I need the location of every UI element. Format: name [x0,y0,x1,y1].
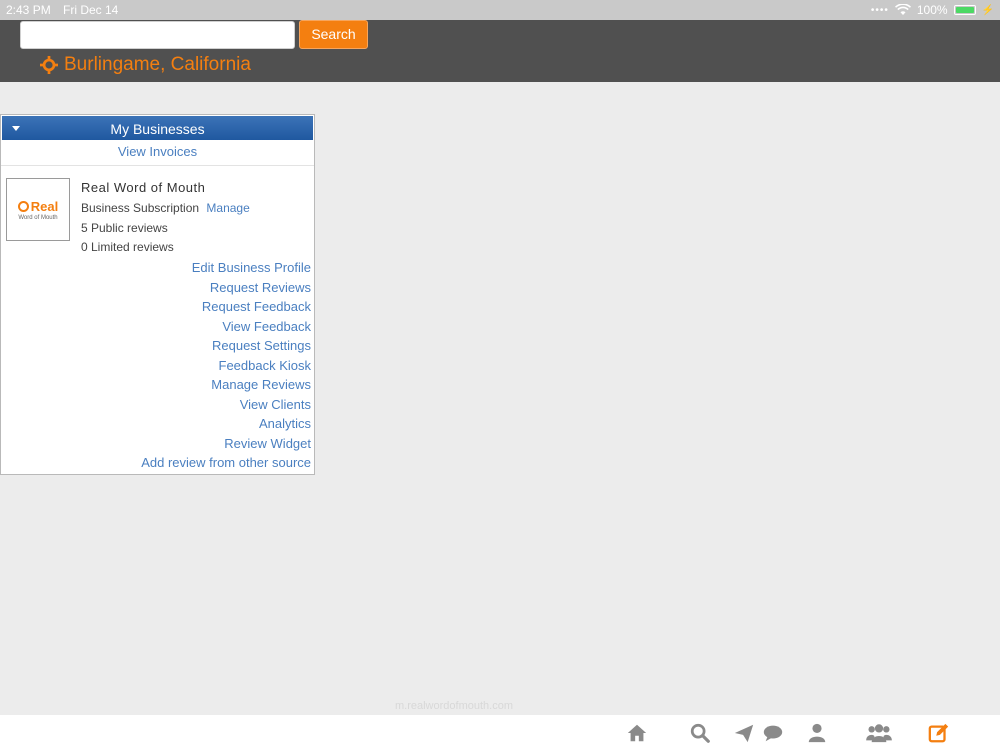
panel-title: My Businesses [110,121,205,137]
logo-mark-icon [17,200,29,212]
subscription-row: Business Subscription Manage [81,201,250,215]
location-link[interactable]: Burlingame, California [40,54,251,76]
signal-icon: •••• [870,4,889,16]
panel-header[interactable]: My Businesses [2,116,313,140]
header: Search Burlingame, California [0,20,1000,82]
wifi-icon [894,4,911,15]
limited-reviews-count: 0 Limited reviews [81,240,174,254]
my-businesses-panel: My Businesses View Invoices Real Word of… [0,114,315,475]
location-label: Burlingame, California [64,54,251,75]
public-reviews-count: 5 Public reviews [81,221,168,235]
view-feedback-link[interactable]: View Feedback [141,317,311,337]
edit-icon[interactable] [928,722,950,744]
search-icon[interactable] [689,722,711,744]
search-button[interactable]: Search [299,20,368,49]
review-widget-link[interactable]: Review Widget [141,434,311,454]
view-clients-link[interactable]: View Clients [141,395,311,415]
status-bar: 2:43 PM Fri Dec 14 •••• 100% ⚡ [0,0,1000,20]
subscription-label: Business Subscription [81,201,200,215]
battery-percent: 100% [916,3,948,17]
feedback-kiosk-link[interactable]: Feedback Kiosk [141,356,312,376]
group-icon[interactable] [866,722,892,744]
analytics-link[interactable]: Analytics [141,414,311,434]
bottom-nav [0,715,1000,750]
status-right: •••• 100% ⚡ [871,3,994,17]
status-time: 2:43 PM [6,3,51,17]
business-card: Real Word of Mouth Real Word of Mouth Bu… [1,166,314,476]
search-input[interactable] [20,21,295,49]
business-logo: Real Word of Mouth [6,178,70,241]
caret-down-icon [12,126,20,131]
edit-business-profile-link[interactable]: Edit Business Profile [141,258,311,278]
business-actions: Edit Business Profile Request Reviews Re… [141,258,311,473]
view-invoices-link[interactable]: View Invoices [1,141,314,166]
status-date: Fri Dec 14 [63,3,119,17]
charging-icon: ⚡ [981,4,994,16]
request-reviews-link[interactable]: Request Reviews [141,278,311,298]
business-name: Real Word of Mouth [81,180,206,195]
manage-reviews-link[interactable]: Manage Reviews [141,375,311,395]
location-crosshair-icon [40,56,58,74]
request-feedback-link[interactable]: Request Feedback [141,297,311,317]
url-footer: m.realwordofmouth.com [395,700,513,712]
add-review-other-source-link[interactable]: Add review from other source [141,453,311,473]
send-icon[interactable] [733,722,755,744]
logo-word: Real [30,198,59,214]
battery-icon [953,5,976,15]
manage-subscription-link[interactable]: Manage [206,201,249,215]
request-settings-link[interactable]: Request Settings [141,336,311,356]
home-icon[interactable] [626,722,648,744]
logo-sub: Word of Mouth [18,214,58,221]
chat-icon[interactable] [762,722,784,744]
user-icon[interactable] [806,722,828,744]
